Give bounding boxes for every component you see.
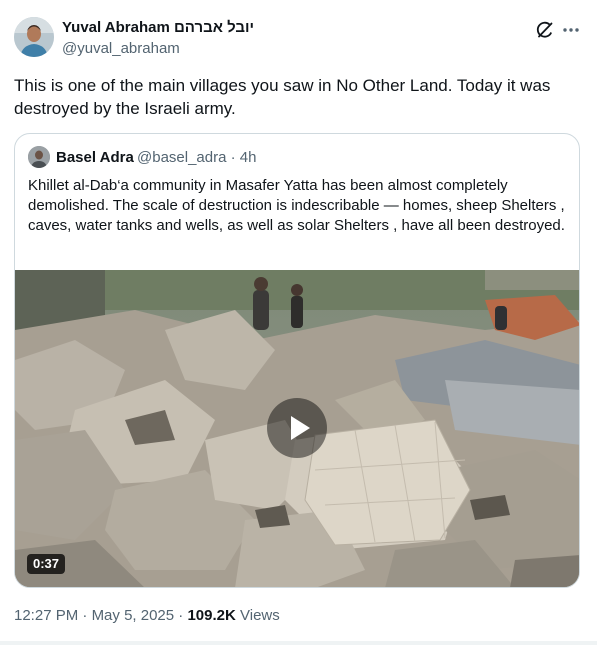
quote-avatar[interactable] [28, 146, 50, 168]
quote-author-name[interactable]: Basel Adra [56, 149, 134, 166]
tweet-text: This is one of the main villages you saw… [14, 76, 551, 118]
more-icon[interactable] [560, 20, 582, 40]
author-avatar[interactable] [14, 17, 54, 57]
quoted-tweet[interactable]: Basel Adra @basel_adra · 4h Khillet al-D… [14, 133, 580, 588]
footer-separator: · [178, 607, 184, 624]
grok-icon[interactable] [535, 20, 555, 40]
footer-separator: · [82, 607, 88, 624]
video-duration: 0:37 [27, 554, 66, 574]
author-name[interactable]: Yuval Abraham יובל אברהם [62, 19, 254, 36]
play-icon[interactable] [267, 398, 327, 458]
quote-author-handle[interactable]: @basel_adra [137, 149, 226, 166]
quote-time[interactable]: 4h [240, 149, 257, 166]
divider [0, 641, 597, 645]
views-label: Views [240, 607, 280, 624]
quote-meta: @basel_adra · 4h [137, 149, 256, 166]
tweet-footer: 12:27 PM · May 5, 2025 · 109.2K Views [14, 607, 280, 624]
author-handle[interactable]: @yuval_abraham [62, 40, 180, 57]
tweet: Yuval Abraham יובל אברהם @yuval_abraham … [0, 0, 597, 645]
quote-text: Khillet al-Dab‘a community in Masafer Ya… [28, 177, 565, 234]
post-date[interactable]: May 5, 2025 [92, 607, 175, 624]
views-count: 109.2K [187, 607, 236, 624]
quote-separator: · [230, 149, 236, 166]
post-time[interactable]: 12:27 PM [14, 607, 78, 624]
video-thumbnail[interactable]: 0:37 [15, 270, 579, 587]
